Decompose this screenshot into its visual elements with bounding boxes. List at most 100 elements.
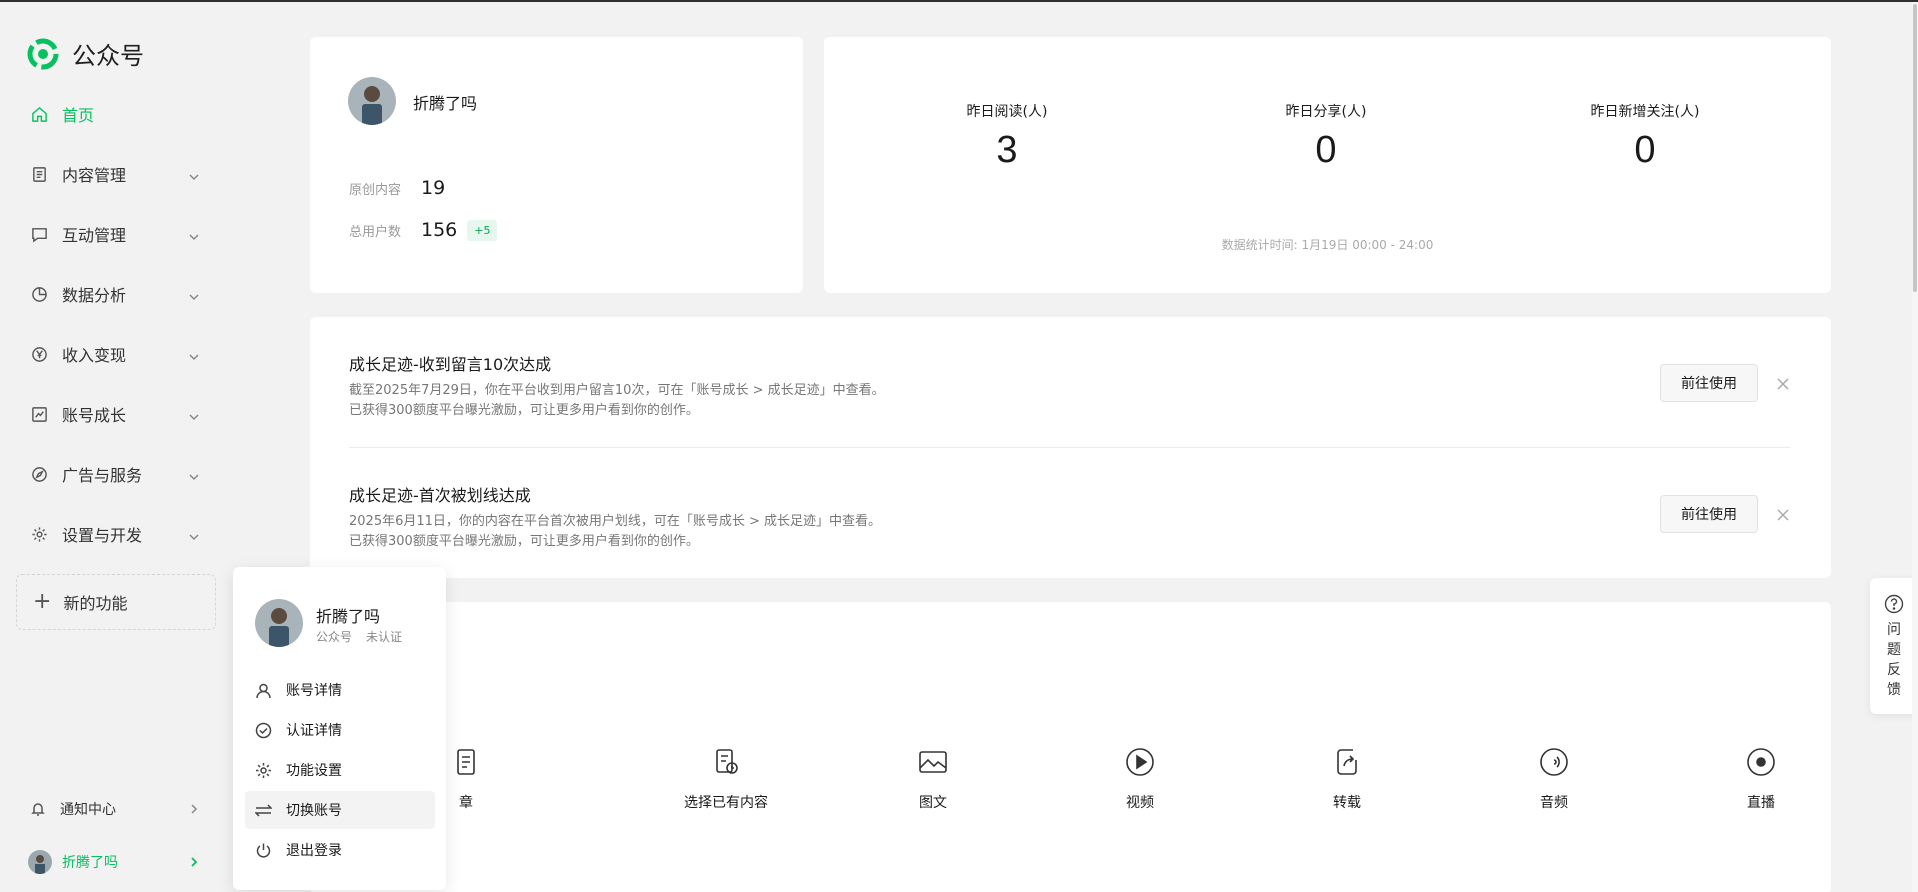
original-content-stat: 原创内容 19	[349, 177, 445, 199]
home-icon	[30, 105, 48, 123]
create-image-text[interactable]: 图文	[863, 746, 1003, 812]
yen-icon	[30, 345, 48, 363]
sidebar-item-analytics[interactable]: 数据分析	[30, 280, 200, 308]
notification-label: 通知中心	[60, 802, 116, 818]
notification-center[interactable]: 通知中心	[30, 796, 200, 822]
menu-item-label: 账号详情	[286, 683, 342, 699]
logo-icon	[27, 38, 59, 69]
app-title: 公众号	[72, 42, 144, 70]
chevron-down-icon	[188, 408, 200, 421]
create-content-card: 章 选择已有内容 图文 视频 转载 音频 直播	[310, 602, 1831, 892]
create-label: 音频	[1540, 795, 1568, 811]
image-text-icon	[917, 746, 949, 778]
sidebar-item-label: 设置与开发	[62, 526, 143, 545]
chevron-down-icon	[188, 168, 200, 181]
chevron-down-icon	[188, 468, 200, 481]
sidebar-item-interaction[interactable]: 互动管理	[30, 220, 200, 248]
sidebar-item-label: 内容管理	[62, 166, 127, 185]
growth-line: 截至2025年7月29日，你在平台收到用户留言10次，可在「账号成长 > 成长足…	[349, 383, 885, 398]
stat-label: 昨日阅读(人)	[966, 104, 1048, 120]
growth-description: 截至2025年7月29日，你在平台收到用户留言10次，可在「账号成长 > 成长足…	[349, 381, 1789, 421]
power-icon	[256, 843, 271, 858]
growth-item: 成长足迹-首次被划线达成 2025年6月11日，你的内容在平台首次被用户划线，可…	[349, 482, 1789, 552]
sidebar-item-label: 数据分析	[62, 286, 127, 305]
article-icon	[450, 746, 482, 778]
stat-label: 昨日分享(人)	[1285, 104, 1367, 120]
stat-new-followers: 昨日新增关注(人) 0	[1545, 101, 1745, 172]
stats-card: 昨日阅读(人) 3 昨日分享(人) 0 昨日新增关注(人) 0 数据统计时间: …	[824, 37, 1831, 293]
menu-item-label: 切换账号	[286, 803, 342, 819]
chevron-down-icon	[188, 528, 200, 541]
bell-icon	[31, 803, 45, 816]
sidebar-item-label: 广告与服务	[62, 466, 143, 485]
growth-title: 成长足迹-首次被划线达成	[349, 486, 531, 505]
user-icon	[256, 683, 271, 698]
audio-icon	[1538, 746, 1570, 778]
go-use-button[interactable]: 前往使用	[1660, 495, 1758, 533]
menu-item-logout[interactable]: 退出登录	[245, 831, 435, 869]
sidebar-item-content[interactable]: 内容管理	[30, 160, 200, 188]
account-name: 折腾了吗	[62, 855, 118, 871]
stat-label: 昨日新增关注(人)	[1590, 104, 1700, 120]
create-label: 视频	[1126, 795, 1154, 811]
create-audio[interactable]: 音频	[1484, 746, 1624, 812]
create-label: 直播	[1747, 795, 1775, 811]
profile-card: 折腾了吗 原创内容 19 总用户数 156 +5	[310, 37, 803, 293]
menu-item-switch-account[interactable]: 切换账号	[245, 791, 435, 829]
sidebar-item-ads[interactable]: 广告与服务	[30, 460, 200, 488]
question-icon	[1884, 594, 1904, 614]
scrollbar-thumb[interactable]	[1913, 4, 1917, 292]
create-label: 选择已有内容	[684, 795, 768, 811]
document-icon	[30, 165, 48, 183]
avatar	[255, 599, 303, 647]
chevron-down-icon	[188, 288, 200, 301]
menu-item-account-details[interactable]: 账号详情	[245, 671, 435, 709]
app-logo[interactable]: 公众号	[27, 36, 144, 71]
sidebar-item-growth[interactable]: 账号成长	[30, 400, 200, 428]
switch-icon	[255, 803, 272, 817]
create-repost[interactable]: 转载	[1277, 746, 1417, 812]
close-icon[interactable]	[1776, 507, 1790, 521]
create-select-existing[interactable]: 选择已有内容	[656, 746, 796, 812]
sidebar-item-monetization[interactable]: 收入变现	[30, 340, 200, 368]
live-icon	[1745, 746, 1777, 778]
new-feature-button[interactable]: + 新的功能	[16, 574, 216, 630]
create-live[interactable]: 直播	[1691, 746, 1831, 812]
account-popover: 折腾了吗 公众号 未认证 账号详情 认证详情 功能设置 切换账号 退出登录	[233, 567, 446, 890]
verification-status: 未认证	[366, 630, 403, 644]
chevron-down-icon	[188, 348, 200, 361]
avatar[interactable]	[348, 77, 396, 125]
create-label: 图文	[919, 795, 947, 811]
go-use-button[interactable]: 前往使用	[1660, 364, 1758, 402]
repost-icon	[1331, 746, 1363, 778]
check-circle-icon	[255, 722, 272, 738]
new-feature-label: 新的功能	[63, 594, 128, 613]
page-scrollbar[interactable]	[1912, 2, 1918, 892]
sidebar-item-home[interactable]: 首页	[30, 100, 200, 128]
menu-item-feature-settings[interactable]: 功能设置	[245, 751, 435, 789]
trend-chart-icon	[30, 405, 48, 423]
growth-description: 2025年6月11日，你的内容在平台首次被用户划线，可在「账号成长 > 成长足迹…	[349, 512, 1789, 552]
sidebar-item-label: 互动管理	[62, 226, 127, 245]
menu-item-label: 退出登录	[286, 843, 342, 859]
select-content-icon	[710, 746, 742, 778]
account-name: 折腾了吗	[413, 94, 478, 113]
growth-line: 已获得300额度平台曝光激励，可让更多用户看到你的创作。	[349, 403, 699, 418]
compass-icon	[30, 465, 48, 483]
stat-value: 19	[421, 177, 446, 199]
account-menu-trigger[interactable]: 折腾了吗	[28, 849, 200, 875]
create-video[interactable]: 视频	[1070, 746, 1210, 812]
account-meta: 公众号 未认证	[316, 628, 402, 645]
growth-line: 已获得300额度平台曝光激励，可让更多用户看到你的创作。	[349, 534, 699, 549]
sidebar-item-settings[interactable]: 设置与开发	[30, 520, 200, 548]
stat-value: 3	[996, 129, 1018, 171]
feedback-label: 问题反馈	[1887, 622, 1901, 698]
feedback-button[interactable]: 问题反馈	[1870, 578, 1918, 714]
sidebar-item-label: 首页	[62, 106, 95, 125]
menu-item-verification-details[interactable]: 认证详情	[245, 711, 435, 749]
stat-value: 0	[1634, 129, 1656, 171]
divider	[349, 447, 1791, 448]
avatar	[28, 850, 52, 874]
close-icon[interactable]	[1776, 376, 1790, 390]
stat-reads: 昨日阅读(人) 3	[907, 101, 1107, 172]
